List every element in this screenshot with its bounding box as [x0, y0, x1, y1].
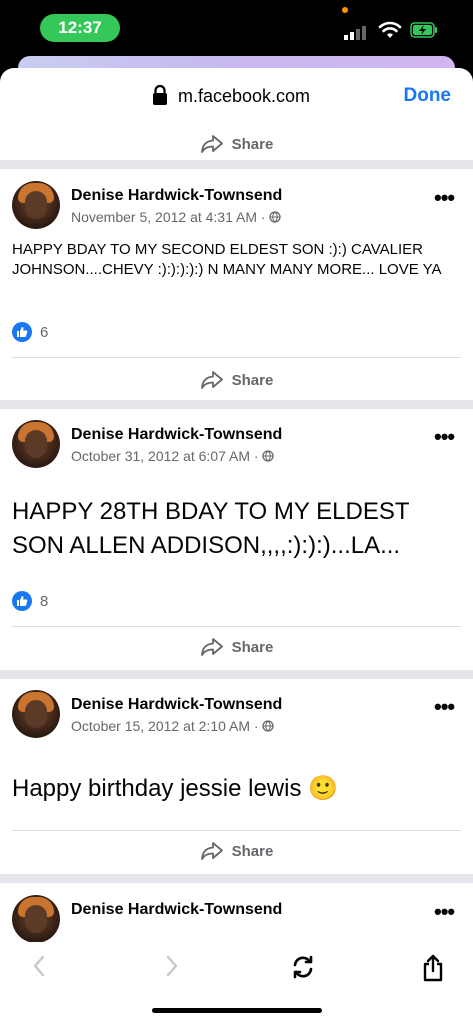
- post-separator: [0, 160, 473, 169]
- more-options-icon[interactable]: •••: [434, 424, 455, 450]
- avatar[interactable]: [12, 690, 60, 738]
- globe-icon: [269, 211, 282, 223]
- globe-icon: [262, 720, 275, 732]
- more-options-icon[interactable]: •••: [434, 185, 455, 211]
- url-bar: m.facebook.com Done: [0, 68, 473, 124]
- share-arrow-icon: [200, 638, 223, 656]
- like-thumb-icon: [12, 591, 32, 611]
- post-date: October 31, 2012 at 6:07 AM ·: [71, 448, 275, 464]
- share-arrow-icon: [200, 371, 223, 389]
- post-date: November 5, 2012 at 4:31 AM ·: [71, 209, 282, 225]
- share-label: Share: [231, 638, 274, 656]
- like-thumb-icon: [12, 322, 32, 342]
- share-sheet-icon[interactable]: [422, 954, 444, 982]
- avatar[interactable]: [12, 181, 60, 229]
- camera-indicator-icon: [342, 7, 348, 13]
- post-separator: [0, 874, 473, 883]
- post-text: Happy birthday jessie lewis 🙂: [12, 775, 339, 802]
- post-author[interactable]: Denise Hardwick-Townsend: [71, 901, 282, 919]
- post-author[interactable]: Denise Hardwick-Townsend: [71, 187, 282, 205]
- refresh-icon[interactable]: [290, 954, 316, 980]
- cellular-signal-icon: [344, 24, 370, 40]
- post-text: HAPPY BDAY TO MY SECOND ELDEST SON :):) …: [12, 241, 442, 278]
- wifi-icon: [378, 21, 402, 38]
- done-button[interactable]: Done: [404, 85, 452, 107]
- share-label: Share: [231, 842, 274, 860]
- post-author[interactable]: Denise Hardwick-Townsend: [71, 696, 282, 714]
- lock-icon: [153, 84, 167, 105]
- share-button[interactable]: Share: [0, 124, 473, 164]
- post-date-text[interactable]: October 31, 2012 at 6:07 AM: [71, 448, 250, 464]
- reactions-summary[interactable]: 6: [12, 322, 48, 342]
- browser-sheet: m.facebook.com Done Share Denise Hardwic…: [0, 68, 473, 1024]
- share-button[interactable]: Share: [0, 360, 473, 400]
- reactions-summary[interactable]: 8: [12, 591, 48, 611]
- like-count: 6: [40, 323, 49, 341]
- forward-chevron-icon[interactable]: [163, 954, 181, 978]
- share-label: Share: [231, 135, 274, 153]
- post-separator: [0, 670, 473, 679]
- post-date-text[interactable]: November 5, 2012 at 4:31 AM: [71, 209, 257, 225]
- post-author[interactable]: Denise Hardwick-Townsend: [71, 426, 282, 444]
- more-options-icon[interactable]: •••: [434, 899, 455, 925]
- post-text: HAPPY 28TH BDAY TO MY ELDEST SON ALLEN A…: [12, 498, 410, 559]
- like-count: 8: [40, 592, 49, 610]
- globe-icon: [262, 450, 275, 462]
- divider: [12, 357, 461, 358]
- share-button[interactable]: Share: [0, 831, 473, 871]
- back-chevron-icon[interactable]: [30, 954, 48, 978]
- home-indicator[interactable]: [152, 1008, 322, 1013]
- post-date: October 15, 2012 at 2:10 AM ·: [71, 718, 275, 734]
- share-button[interactable]: Share: [0, 627, 473, 667]
- more-options-icon[interactable]: •••: [434, 694, 455, 720]
- page-url[interactable]: m.facebook.com: [178, 86, 310, 107]
- status-time[interactable]: 12:37: [40, 14, 120, 42]
- share-label: Share: [231, 371, 274, 389]
- avatar[interactable]: [12, 895, 60, 942]
- battery-charging-icon: [410, 22, 437, 38]
- status-bar: 12:37: [0, 0, 473, 58]
- post-separator: [0, 400, 473, 409]
- facebook-feed: Share Denise Hardwick-Townsend November …: [0, 124, 473, 942]
- share-arrow-icon: [200, 842, 223, 860]
- avatar[interactable]: [12, 420, 60, 468]
- share-arrow-icon: [200, 135, 223, 153]
- post-date-text[interactable]: October 15, 2012 at 2:10 AM: [71, 718, 250, 734]
